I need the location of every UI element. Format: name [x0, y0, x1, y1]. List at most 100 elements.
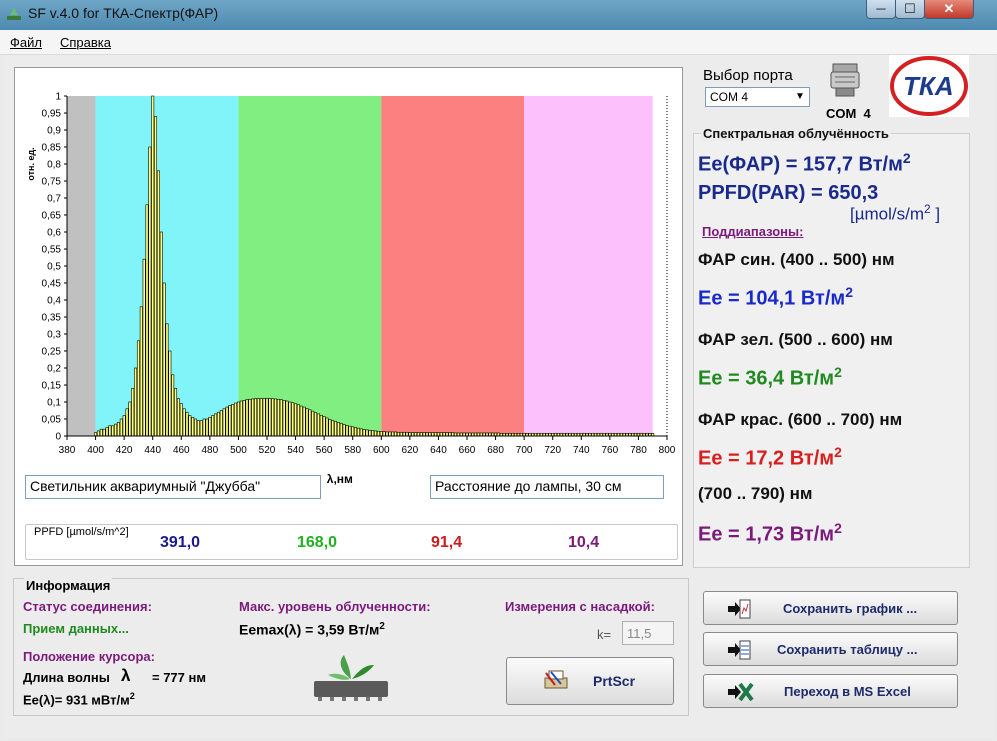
spectrum-bar	[365, 429, 369, 437]
spectrum-bar	[265, 397, 269, 437]
x-tick-label: 520	[259, 445, 276, 456]
max-value: Eemax(λ) = 3,59 Вт/м2	[239, 621, 385, 638]
ir-range-value: Ee = 1,73 Вт/м2	[698, 520, 842, 546]
printer-icon	[544, 670, 568, 689]
spectrum-bar	[151, 95, 155, 437]
spectrum-bar	[196, 420, 200, 437]
spectrum-bar	[302, 406, 306, 437]
k-input[interactable]: 11,5	[622, 621, 674, 645]
prtscr-button[interactable]: PrtScr	[506, 657, 674, 705]
spectrum-bar	[268, 398, 272, 437]
y-tick-label: 0,55	[42, 245, 62, 256]
spectrum-bar	[308, 409, 312, 437]
x-tick-label: 700	[516, 445, 533, 456]
spectrum-bar	[176, 398, 180, 437]
status-label: Статус соединения:	[23, 599, 152, 614]
menu-help[interactable]: Справка	[60, 35, 111, 50]
x-tick-label: 800	[659, 445, 676, 456]
spectrum-bar	[148, 146, 152, 437]
close-button[interactable]: ✕	[924, 0, 974, 19]
x-tick-label: 580	[344, 445, 361, 456]
spectral-band-2	[238, 96, 382, 436]
distance-caption-field[interactable]: Расстояние до лампы, 30 см	[430, 475, 664, 499]
spectrum-bar	[171, 374, 175, 437]
minimize-button[interactable]: ─	[866, 0, 896, 19]
y-tick-label: 0,35	[42, 313, 62, 324]
spectrum-bar	[234, 402, 238, 437]
spectrum-bar	[231, 404, 235, 437]
spectrum-bar	[131, 388, 135, 437]
y-tick-label: 0,3	[47, 330, 61, 341]
spectrum-bar	[168, 350, 172, 437]
spectrum-bar	[391, 431, 395, 437]
spectrum-bar	[422, 432, 426, 437]
y-tick-label: 0,05	[42, 415, 62, 426]
x-tick-label: 380	[59, 445, 76, 456]
x-tick-label: 480	[202, 445, 219, 456]
spectrum-bar	[134, 367, 138, 437]
spectrum-bar	[145, 204, 149, 437]
info-panel: Информация Статус соединения: Прием данн…	[13, 578, 689, 716]
save-chart-button[interactable]: Сохранить график ...	[703, 591, 958, 625]
port-select-value: COM 4	[710, 90, 749, 104]
info-header: Информация	[24, 578, 113, 593]
spectrum-bar	[185, 411, 189, 437]
green-range-label: ФАР зел. (500 .. 600) нм	[698, 330, 893, 349]
spectrum-bar	[211, 415, 215, 437]
spectrum-bar	[251, 398, 255, 437]
y-tick-label: 0,4	[47, 296, 61, 307]
spectrum-bar	[99, 428, 103, 437]
spectrum-bar	[194, 418, 198, 437]
maximize-button[interactable]: ☐	[895, 0, 925, 19]
y-tick-label: 0,8	[47, 160, 61, 171]
spectrum-bar	[205, 418, 209, 437]
com-port-icon	[830, 63, 860, 97]
x-tick-label: 440	[144, 445, 161, 456]
save-chart-label: Сохранить график ...	[783, 601, 918, 616]
spectrum-bar	[279, 399, 283, 437]
save-table-button[interactable]: Сохранить таблицу ...	[703, 632, 958, 666]
chevron-down-icon: ▼	[795, 91, 805, 102]
x-tick-label: 420	[116, 445, 133, 456]
spectrum-bar	[102, 428, 106, 437]
spectrum-bar	[139, 306, 143, 437]
spectrum-bar	[116, 422, 120, 437]
spectrum-bar	[256, 398, 260, 437]
ppfd-unit: [µmol/s/m2 ]	[850, 202, 941, 224]
spectrum-bar	[159, 231, 163, 437]
ppfd-green-value: 168,0	[297, 534, 338, 551]
spectrum-bar	[336, 422, 340, 437]
y-tick-label: 0,1	[47, 398, 61, 409]
spectrum-bar	[396, 431, 400, 437]
y-tick-label: 0,25	[42, 347, 62, 358]
title-bar[interactable]: SF v.4.0 for ТКА-Спектр(ФАР) ─ ☐ ✕	[0, 0, 997, 30]
spectrum-bar	[174, 388, 178, 437]
spectrum-bar	[436, 432, 440, 437]
x-tick-label: 740	[573, 445, 590, 456]
blue-range-value: Ee = 104,1 Вт/м2	[698, 284, 853, 310]
spectrum-bar	[165, 323, 169, 437]
spectrum-bar	[242, 399, 246, 437]
fixture-caption-field[interactable]: Светильник аквариумный "Джубба"	[25, 475, 321, 499]
y-tick-label: 1	[55, 92, 61, 103]
spectrum-bar	[105, 427, 109, 437]
spectrum-bar	[442, 432, 446, 437]
y-tick-label: 0,6	[47, 228, 61, 239]
spectrum-bar	[402, 431, 406, 437]
x-tick-label: 660	[459, 445, 476, 456]
wavelength-label: Длина волны	[23, 670, 110, 685]
spectrum-bar	[419, 432, 423, 437]
save-chart-icon	[728, 599, 751, 619]
y-tick-label: 0,7	[47, 194, 61, 205]
menu-file[interactable]: Файл	[10, 35, 42, 50]
port-select[interactable]: COM 4 ▼	[705, 87, 810, 107]
excel-button[interactable]: Переход в MS Excel	[703, 674, 958, 708]
spectrum-bar	[208, 416, 212, 437]
spectrum-bar	[314, 412, 318, 437]
max-label: Макс. уровень облученности:	[239, 599, 431, 614]
y-axis-label: отн. ед.	[26, 147, 36, 180]
spectrum-bar	[119, 418, 123, 437]
spectrum-bar	[448, 432, 452, 437]
spectrum-bar	[162, 282, 166, 437]
spectrum-bar	[379, 431, 383, 437]
